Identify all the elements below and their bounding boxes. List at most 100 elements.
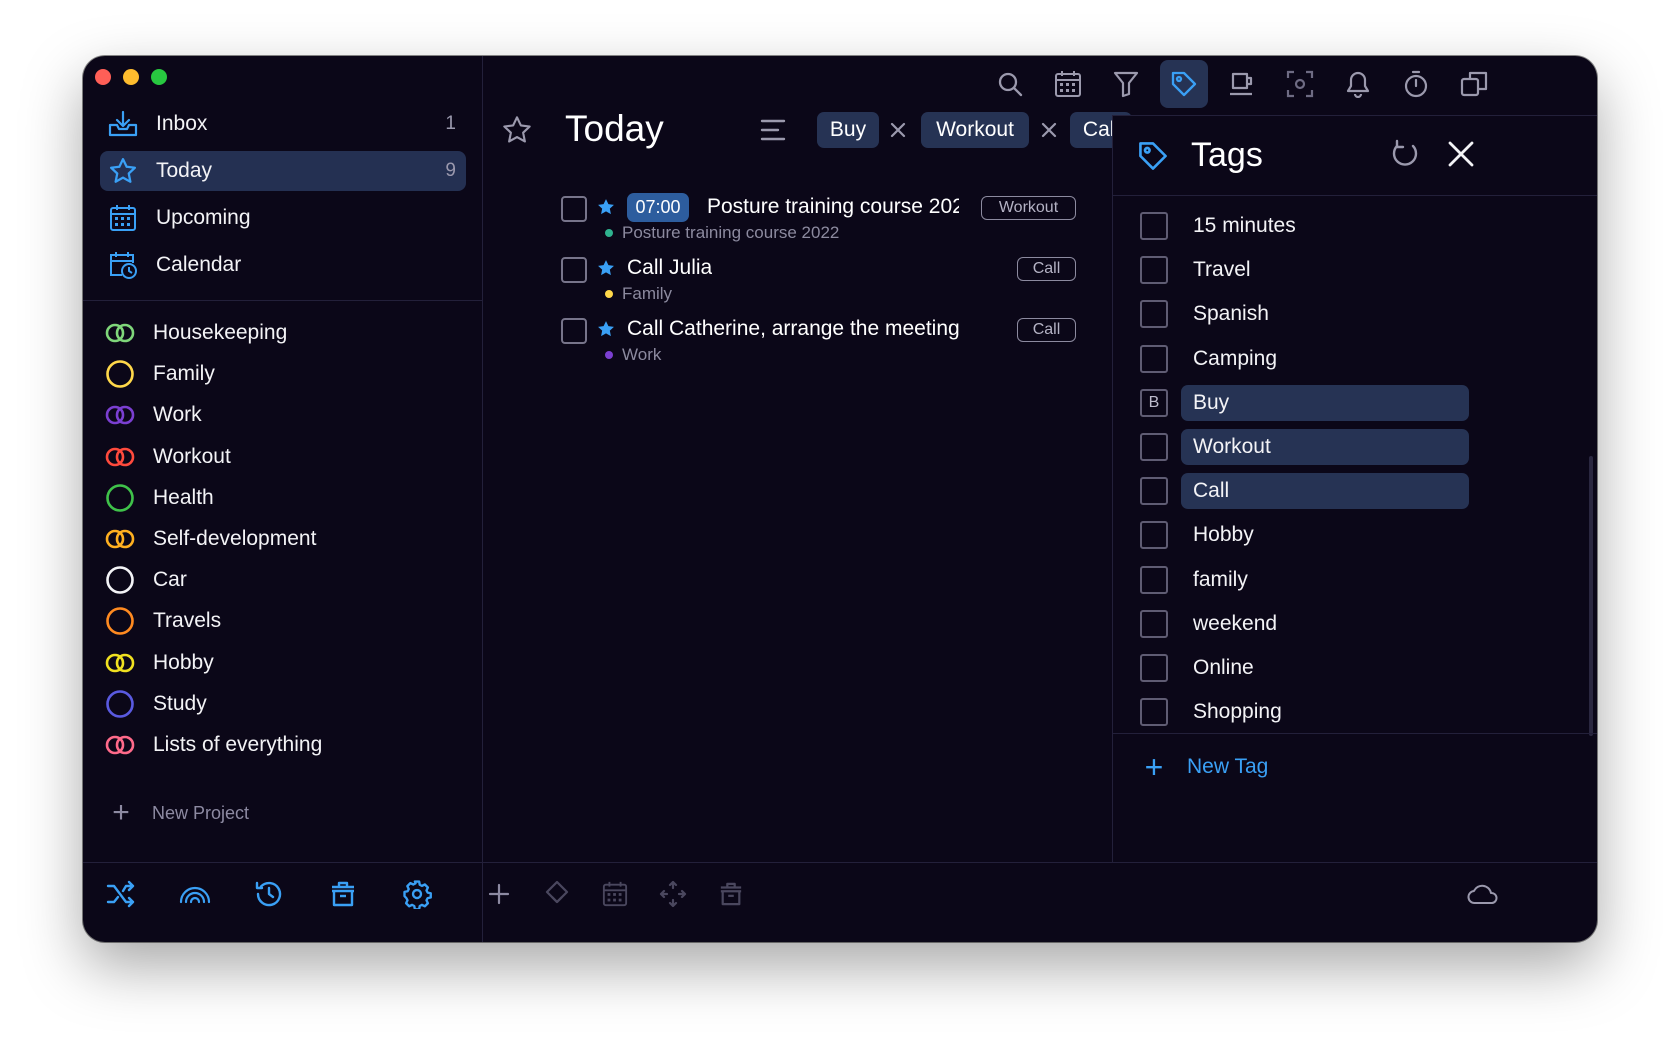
project-item[interactable]: Family [103, 356, 215, 392]
tag-label: Hobby [1193, 523, 1254, 547]
filter-chip-workout[interactable]: Workout [921, 112, 1029, 148]
calendar-grid-icon [100, 198, 146, 238]
filter-chip-buy[interactable]: Buy [817, 112, 879, 148]
tag-row[interactable]: Workout [1133, 429, 1473, 465]
inbox-icon [100, 104, 146, 144]
tag-row[interactable]: 15 minutes [1133, 208, 1473, 244]
filter-icon[interactable] [1102, 60, 1150, 108]
tag-label: Call [1193, 479, 1230, 503]
list-menu-icon[interactable] [760, 118, 786, 144]
project-item[interactable]: Hobby [103, 645, 214, 681]
copy-window-icon[interactable] [1450, 60, 1498, 108]
history-icon[interactable] [249, 874, 289, 914]
tag-row[interactable]: Hobby [1133, 517, 1473, 553]
task-tag[interactable]: Workout [981, 196, 1076, 220]
tag-checkbox[interactable] [1140, 521, 1168, 550]
tags-scrollbar[interactable] [1589, 456, 1593, 736]
double-ring-icon [103, 646, 137, 680]
task-checkbox[interactable] [561, 318, 587, 344]
tag-checkbox[interactable] [1140, 300, 1168, 329]
cloud-sync-icon[interactable] [1463, 874, 1503, 914]
tag-checkbox[interactable] [1140, 565, 1168, 594]
sidebar-item-today[interactable]: Today 9 [100, 151, 466, 191]
tag-row[interactable]: weekend [1133, 606, 1473, 642]
task-title: Call Catherine, arrange the meeting [627, 317, 960, 340]
sidebar-item-upcoming[interactable]: Upcoming [100, 198, 466, 238]
sidebar-item-calendar[interactable]: Calendar [100, 245, 466, 285]
tag-checkbox[interactable] [1140, 433, 1168, 461]
tag-row[interactable]: Travel [1133, 252, 1473, 288]
tag-checkbox[interactable] [1140, 256, 1168, 285]
task-tag[interactable]: Call [1017, 318, 1076, 342]
project-item[interactable]: Workout [103, 439, 231, 475]
tag-row[interactable]: family [1133, 562, 1473, 598]
task-checkbox[interactable] [561, 257, 587, 283]
project-label: Travels [153, 609, 222, 633]
tag-label: Camping [1193, 346, 1278, 370]
project-item[interactable]: Self-development [103, 521, 316, 557]
sidebar-item-count: 9 [445, 160, 456, 181]
timer-icon[interactable] [1392, 60, 1440, 108]
new-project-button[interactable]: + New Project [108, 796, 249, 829]
sidebar-toolbar [83, 862, 483, 942]
new-tag-label: New Tag [1187, 755, 1269, 778]
tag-checkbox[interactable] [1140, 698, 1168, 727]
move-icon[interactable] [653, 874, 693, 914]
project-item[interactable]: Travels [103, 603, 221, 639]
tag-row[interactable]: Camping [1133, 341, 1473, 377]
tag-checkbox[interactable] [1140, 654, 1168, 682]
trash-icon[interactable] [323, 874, 363, 914]
tag-row[interactable]: Online [1133, 650, 1473, 686]
focus-icon[interactable] [1276, 60, 1324, 108]
sidebar: Inbox 1 Today 9 Upcoming Calendar Housek… [83, 56, 483, 942]
plus-icon: + [112, 796, 130, 829]
tag-row[interactable]: Spanish [1133, 296, 1473, 332]
project-item[interactable]: Housekeeping [103, 315, 287, 351]
task-checkbox[interactable] [561, 196, 587, 222]
project-label: Hobby [153, 650, 214, 674]
tag-row[interactable]: Shopping [1133, 694, 1473, 730]
shuffle-icon[interactable] [101, 874, 141, 914]
tag-checkbox[interactable] [1140, 344, 1168, 373]
tag-row[interactable]: B Buy [1133, 384, 1473, 421]
tag-icon[interactable] [1160, 60, 1208, 108]
bell-icon[interactable] [1334, 60, 1382, 108]
delete-icon[interactable] [711, 874, 751, 914]
tag-row[interactable]: Call [1133, 473, 1473, 510]
project-label: Car [153, 568, 187, 592]
project-item[interactable]: Car [103, 562, 187, 598]
star-filled-icon [596, 258, 616, 278]
tag-checkbox[interactable] [1140, 212, 1168, 240]
project-item[interactable]: Lists of everything [103, 727, 322, 763]
sidebar-item-inbox[interactable]: Inbox 1 [100, 104, 466, 144]
mug-icon[interactable] [1218, 60, 1266, 108]
tag-checkbox[interactable] [1140, 609, 1168, 638]
rainbow-icon[interactable] [175, 874, 215, 914]
priority-icon[interactable] [537, 874, 577, 914]
project-item[interactable]: Study [103, 686, 207, 722]
tag-checkbox[interactable]: B [1140, 388, 1168, 417]
new-tag-button[interactable]: + New Tag [1141, 751, 1269, 783]
task-tag[interactable]: Call [1017, 257, 1076, 281]
gear-icon[interactable] [397, 874, 437, 914]
task-project-label: Work [622, 345, 662, 364]
tag-checkbox[interactable] [1140, 477, 1168, 506]
close-icon[interactable] [1447, 140, 1479, 172]
remove-filter-buy-icon[interactable] [886, 112, 910, 148]
refresh-icon[interactable] [1389, 138, 1425, 174]
tag-label: Buy [1193, 390, 1230, 414]
schedule-icon[interactable] [595, 874, 635, 914]
star-outline-icon[interactable] [501, 114, 533, 146]
project-item[interactable]: Health [103, 480, 214, 516]
project-dot [605, 229, 613, 237]
project-label: Housekeeping [153, 321, 288, 344]
page-title: Today [565, 108, 664, 149]
search-icon[interactable] [986, 60, 1034, 108]
remove-filter-workout-icon[interactable] [1037, 112, 1061, 148]
tag-label: Shopping [1193, 700, 1282, 724]
project-item[interactable]: Work [103, 397, 202, 433]
task-project: Posture training course 2022 [605, 223, 839, 243]
add-task-icon[interactable] [479, 874, 519, 914]
calendar-icon[interactable] [1044, 60, 1092, 108]
task-project-label: Posture training course 2022 [622, 223, 840, 242]
